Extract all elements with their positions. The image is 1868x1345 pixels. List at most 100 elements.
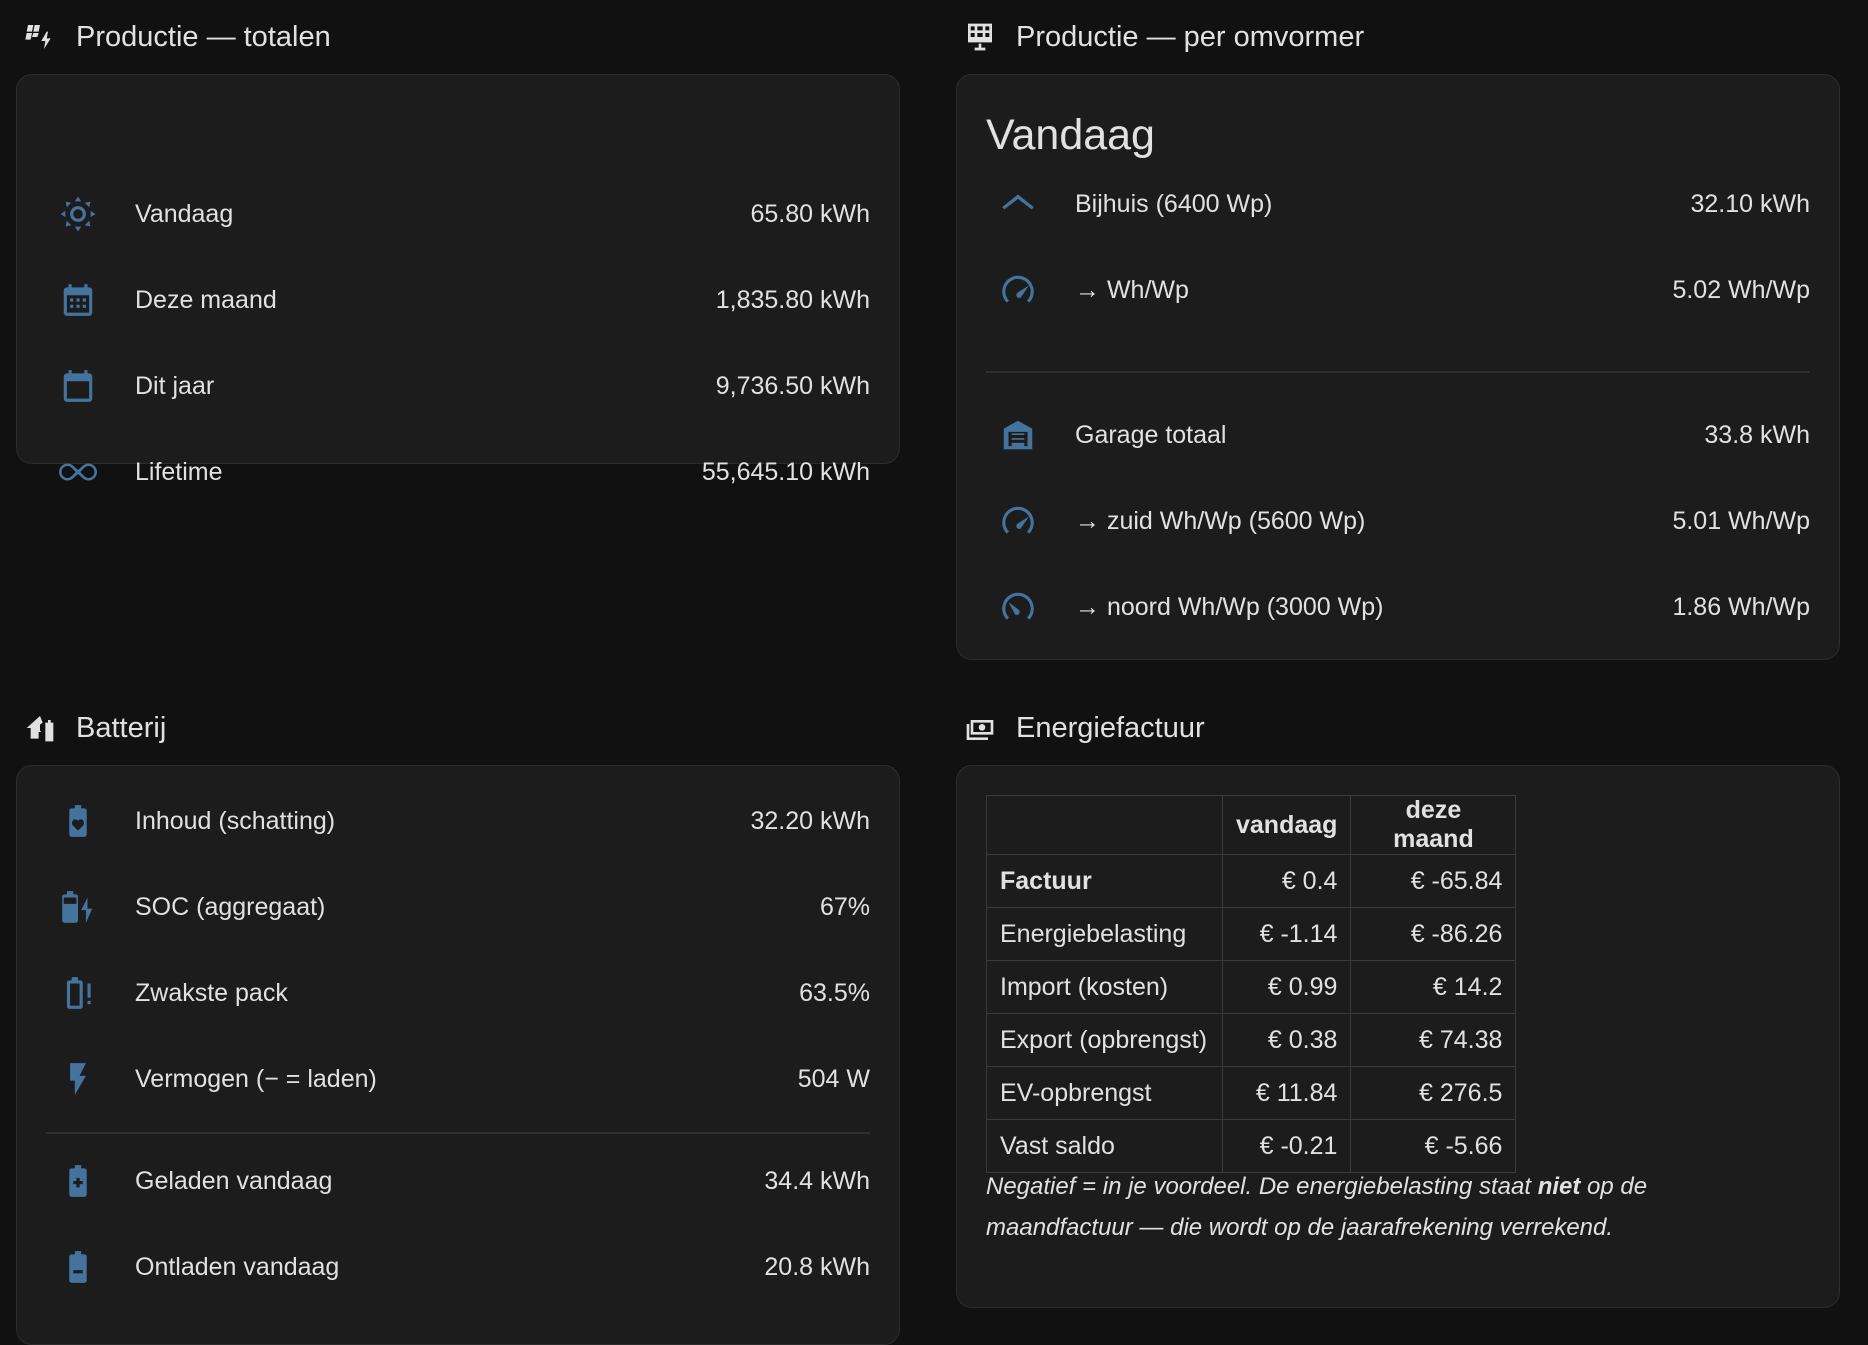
inverter-label: Garage totaal bbox=[1075, 420, 1227, 449]
inverter-card-title: Vandaag bbox=[986, 111, 1155, 159]
lightning-icon bbox=[70, 1063, 86, 1095]
inverter-value: 5.01 Wh/Wp bbox=[1672, 506, 1810, 535]
battery-label: Inhoud (schatting) bbox=[135, 806, 336, 835]
calendar-blank-icon bbox=[63, 370, 93, 402]
battery-row[interactable]: Geladen vandaag 34.4 kWh bbox=[17, 1138, 899, 1224]
inverter-row-bijhuis[interactable]: Bijhuis (6400 Wp) 32.10 kWh bbox=[957, 161, 1839, 247]
totals-label: Lifetime bbox=[135, 457, 223, 486]
totals-label: Vandaag bbox=[135, 199, 234, 228]
solar-power-icon bbox=[25, 25, 51, 49]
table-row: EV-opbrengst € 11.84 € 276.5 bbox=[986, 1066, 1517, 1120]
inverter-value: 5.02 Wh/Wp bbox=[1672, 275, 1810, 304]
bill-row-today: € 0.4 bbox=[1221, 854, 1352, 908]
bill-header-month: deze maand bbox=[1350, 795, 1517, 855]
bill-row-month: € -65.84 bbox=[1350, 854, 1517, 908]
bill-row-month: € -86.26 bbox=[1350, 907, 1517, 961]
battery-row[interactable]: Vermogen (− = laden) 504 W bbox=[17, 1036, 899, 1122]
gauge-icon bbox=[1002, 275, 1034, 303]
bill-row-today: € 11.84 bbox=[1221, 1066, 1352, 1120]
bill-row-label: Energiebelasting bbox=[986, 907, 1223, 961]
inverter-label: → Wh/Wp bbox=[1075, 275, 1189, 304]
inverter-label: Bijhuis (6400 Wp) bbox=[1075, 189, 1273, 218]
inverter-divider bbox=[986, 371, 1810, 373]
totals-card: Vandaag 65.80 kWh Deze maand 1,835.80 kW… bbox=[16, 74, 900, 486]
battery-section-title: Batterij bbox=[24, 708, 166, 748]
inverter-label: → zuid Wh/Wp (5600 Wp) bbox=[1075, 506, 1366, 535]
garage-icon bbox=[1003, 420, 1033, 450]
gauge-low-icon bbox=[1002, 592, 1034, 620]
totals-value: 1,835.80 kWh bbox=[715, 285, 870, 314]
sun-icon bbox=[60, 196, 96, 232]
inverter-value: 32.10 kWh bbox=[1690, 189, 1810, 218]
table-row: Export (opbrengst) € 0.38 € 74.38 bbox=[986, 1013, 1517, 1067]
battery-row[interactable]: Zwakste pack 63.5% bbox=[17, 950, 899, 1036]
calendar-month-icon bbox=[63, 284, 93, 316]
battery-row[interactable]: SOC (aggregaat) 67% bbox=[17, 864, 899, 950]
battery-value: 34.4 kWh bbox=[764, 1166, 870, 1195]
bill-row-label: Vast saldo bbox=[986, 1119, 1223, 1173]
battery-value: 20.8 kWh bbox=[764, 1252, 870, 1281]
bill-table: vandaag deze maand Factuur € 0.4 € -65.8… bbox=[986, 795, 1517, 1173]
inverter-row-bijhuis-whwp[interactable]: → Wh/Wp 5.02 Wh/Wp bbox=[957, 247, 1839, 333]
battery-label: Zwakste pack bbox=[135, 978, 288, 1007]
inverter-value: 1.86 Wh/Wp bbox=[1672, 592, 1810, 621]
totals-value: 9,736.50 kWh bbox=[715, 371, 870, 400]
bill-header-today: vandaag bbox=[1221, 795, 1352, 855]
battery-label: Ontladen vandaag bbox=[135, 1252, 340, 1281]
inverter-section-title: Productie — per omvormer bbox=[964, 17, 1364, 57]
inverter-row-garage[interactable]: Garage totaal 33.8 kWh bbox=[957, 392, 1839, 478]
totals-value: 65.80 kWh bbox=[750, 199, 870, 228]
bill-row-month: € 74.38 bbox=[1350, 1013, 1517, 1067]
battery-row[interactable]: Ontladen vandaag 20.8 kWh bbox=[17, 1224, 899, 1310]
inverter-row-noord[interactable]: → noord Wh/Wp (3000 Wp) 1.86 Wh/Wp bbox=[957, 564, 1839, 650]
gauge-icon bbox=[1002, 506, 1034, 534]
solar-panel-icon bbox=[968, 23, 992, 51]
totals-label: Deze maand bbox=[135, 285, 277, 314]
inverter-value: 33.8 kWh bbox=[1704, 420, 1810, 449]
bill-note-part1: Negatief = in je voordeel. De energiebel… bbox=[986, 1173, 1538, 1200]
battery-value: 63.5% bbox=[799, 978, 870, 1007]
bill-row-today: € 0.99 bbox=[1221, 960, 1352, 1014]
battery-row[interactable]: Inhoud (schatting) 32.20 kWh bbox=[17, 778, 899, 864]
bill-card: vandaag deze maand Factuur € 0.4 € -65.8… bbox=[956, 765, 1840, 1308]
battery-label: Vermogen (− = laden) bbox=[135, 1064, 377, 1093]
bill-row-month: € -5.66 bbox=[1350, 1119, 1517, 1173]
bill-row-month: € 276.5 bbox=[1350, 1066, 1517, 1120]
table-row: Import (kosten) € 0.99 € 14.2 bbox=[986, 960, 1517, 1014]
totals-row-month[interactable]: Deze maand 1,835.80 kWh bbox=[17, 257, 899, 343]
bill-note: Negatief = in je voordeel. De energiebel… bbox=[986, 1166, 1706, 1248]
table-row: Vast saldo € -0.21 € -5.66 bbox=[986, 1119, 1517, 1173]
inverter-label: → noord Wh/Wp (3000 Wp) bbox=[1075, 592, 1384, 621]
bill-title: Energiefactuur bbox=[1016, 711, 1205, 744]
battery-divider bbox=[46, 1132, 870, 1134]
bill-row-label: Export (opbrengst) bbox=[986, 1013, 1223, 1067]
inverter-title: Productie — per omvormer bbox=[1016, 20, 1365, 53]
totals-row-today[interactable]: Vandaag 65.80 kWh bbox=[17, 171, 899, 257]
battery-alert-icon bbox=[66, 977, 91, 1009]
table-row: Energiebelasting € -1.14 € -86.26 bbox=[986, 907, 1517, 961]
battery-value: 32.20 kWh bbox=[750, 806, 870, 835]
inverter-card: Vandaag Bijhuis (6400 Wp) 32.10 kWh → Wh… bbox=[956, 74, 1840, 660]
totals-row-lifetime[interactable]: Lifetime 55,645.10 kWh bbox=[17, 429, 899, 515]
bill-row-today: € -0.21 bbox=[1221, 1119, 1352, 1173]
battery-label: Geladen vandaag bbox=[135, 1166, 333, 1195]
bill-table-header: vandaag deze maand bbox=[986, 795, 1517, 855]
inverter-row-zuid[interactable]: → zuid Wh/Wp (5600 Wp) 5.01 Wh/Wp bbox=[957, 478, 1839, 564]
bill-header-empty bbox=[986, 795, 1223, 855]
table-row: Factuur € 0.4 € -65.84 bbox=[986, 854, 1517, 908]
battery-heart-icon bbox=[69, 805, 87, 837]
bill-row-label: Factuur bbox=[986, 854, 1223, 908]
home-battery-icon bbox=[26, 716, 54, 742]
totals-section-title: Productie — totalen bbox=[24, 17, 331, 57]
battery-plus-icon bbox=[69, 1165, 87, 1197]
infinity-icon bbox=[59, 463, 97, 481]
battery-label: SOC (aggregaat) bbox=[135, 892, 326, 921]
bill-note-bold: niet bbox=[1537, 1173, 1581, 1200]
bill-row-month: € 14.2 bbox=[1350, 960, 1517, 1014]
battery-value: 67% bbox=[819, 892, 870, 921]
battery-card: Inhoud (schatting) 32.20 kWh SOC (aggregaa… bbox=[16, 765, 900, 1345]
totals-row-year[interactable]: Dit jaar 9,736.50 kWh bbox=[17, 343, 899, 429]
totals-title: Productie — totalen bbox=[76, 20, 331, 53]
cash-icon bbox=[966, 720, 994, 740]
totals-value: 55,645.10 kWh bbox=[701, 457, 870, 486]
